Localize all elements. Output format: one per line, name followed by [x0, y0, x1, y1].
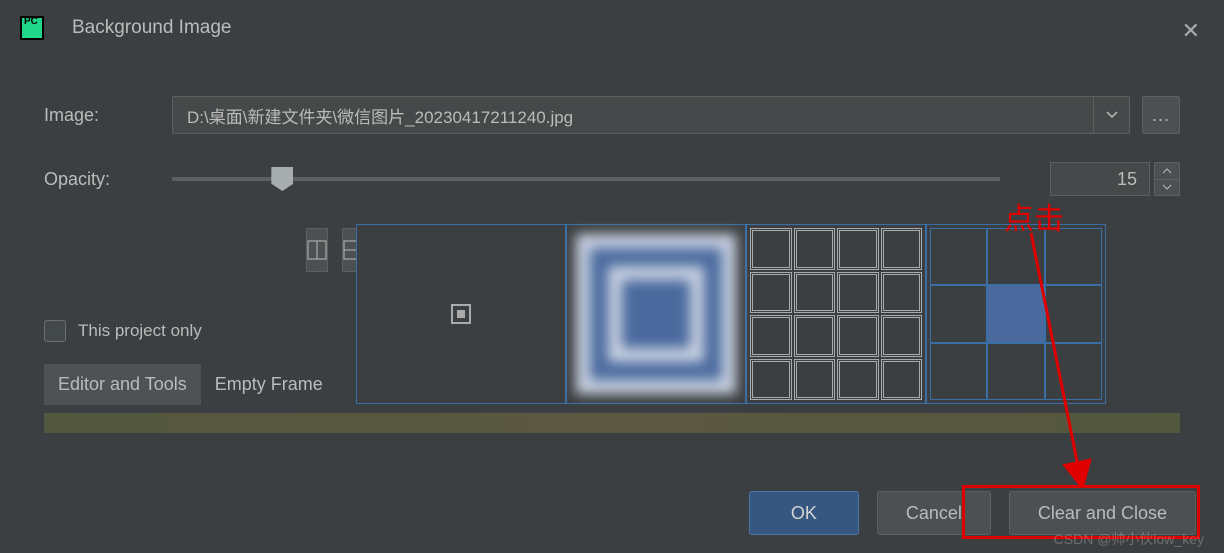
image-path-text: D:\桌面\新建文件夹\微信图片_20230417211240.jpg: [173, 103, 1093, 128]
anchor-grid-icon: [930, 228, 1102, 400]
opacity-slider[interactable]: [172, 177, 1000, 181]
close-icon[interactable]: ✕: [1182, 18, 1200, 44]
ok-button[interactable]: OK: [749, 491, 859, 535]
opacity-stepper[interactable]: [1154, 162, 1180, 196]
tab-editor-and-tools[interactable]: Editor and Tools: [44, 364, 201, 405]
chevron-down-icon[interactable]: [1093, 97, 1129, 133]
browse-button[interactable]: ...: [1142, 96, 1180, 134]
app-icon: [20, 16, 44, 40]
slider-thumb[interactable]: [271, 167, 293, 191]
tab-empty-frame[interactable]: Empty Frame: [201, 364, 337, 405]
flip-horizontal-button[interactable]: [306, 228, 328, 272]
titlebar: Background Image ✕: [0, 0, 1224, 56]
fill-tile-button[interactable]: [746, 224, 926, 404]
plain-icon: [451, 304, 471, 324]
cancel-button[interactable]: Cancel: [877, 491, 991, 535]
step-up-icon[interactable]: [1155, 163, 1179, 180]
fill-anchor-button[interactable]: [926, 224, 1106, 404]
preview-strip: [44, 413, 1180, 433]
checkbox-icon[interactable]: [44, 320, 66, 342]
image-path-combo[interactable]: D:\桌面\新建文件夹\微信图片_20230417211240.jpg: [172, 96, 1130, 134]
fill-scale-button[interactable]: [566, 224, 746, 404]
image-label: Image:: [44, 105, 172, 126]
opacity-label: Opacity:: [44, 169, 172, 190]
dialog-title: Background Image: [72, 17, 232, 39]
scale-preview-icon: [576, 234, 736, 394]
watermark: CSDN @帅小伙low_key: [1054, 529, 1204, 549]
step-down-icon[interactable]: [1155, 180, 1179, 196]
this-project-only-label: This project only: [78, 321, 202, 341]
opacity-input[interactable]: 15: [1050, 162, 1150, 196]
this-project-only-row[interactable]: This project only: [44, 320, 344, 342]
fill-plain-button[interactable]: [356, 224, 566, 404]
tile-preview-icon: [750, 228, 922, 400]
